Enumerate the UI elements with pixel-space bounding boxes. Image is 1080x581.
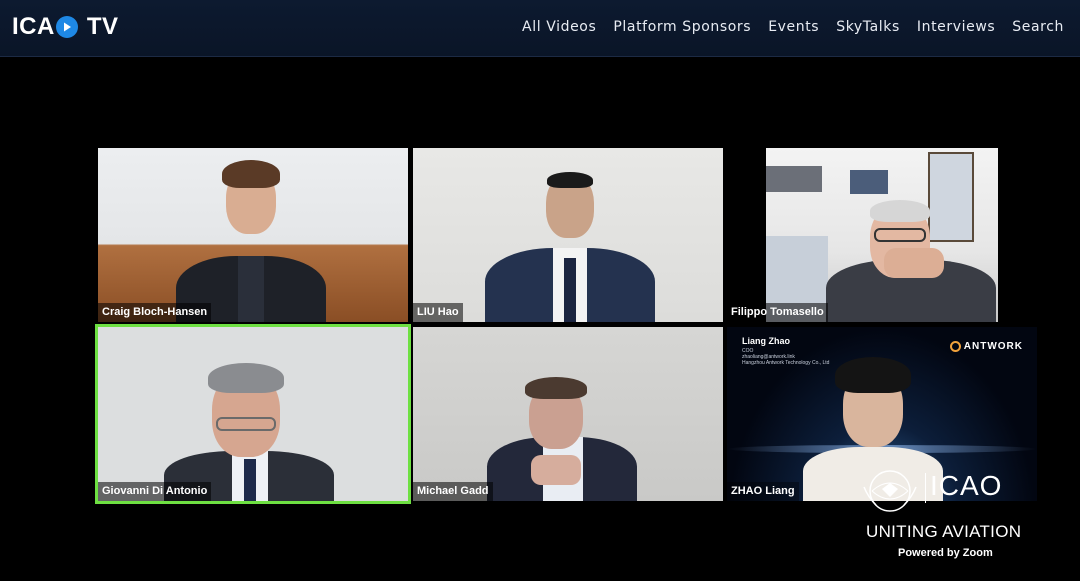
powered-by-zoom: Powered by Zoom xyxy=(898,547,993,559)
participant-name: Filippo Tomasello xyxy=(727,303,828,322)
main-nav: All Videos Platform Sponsors Events SkyT… xyxy=(522,19,1064,35)
icao-tv-logo[interactable]: ICA TV xyxy=(12,13,119,41)
icao-emblem-icon xyxy=(863,470,917,512)
participant-tie xyxy=(244,459,256,501)
nav-skytalks[interactable]: SkyTalks xyxy=(836,19,900,35)
logo-text-icao: ICA xyxy=(12,13,55,40)
participant-name: LIU Hao xyxy=(413,303,463,322)
antwork-wordmark: ANTWORK xyxy=(963,341,1023,352)
glasses xyxy=(874,228,926,242)
participant-hands xyxy=(531,455,581,485)
participant-hand xyxy=(884,248,944,278)
participant-name: ZHAO Liang xyxy=(727,482,799,501)
window-frame xyxy=(928,152,974,242)
antwork-icon xyxy=(949,341,961,352)
nav-all-videos[interactable]: All Videos xyxy=(522,19,596,35)
participant-tile-liu-hao: LIU Hao xyxy=(413,148,723,322)
participant-hair xyxy=(208,363,284,393)
play-icon xyxy=(55,16,78,38)
participant-tile-filippo-tomasello: Filippo Tomasello xyxy=(727,148,1037,322)
participant-hair xyxy=(547,172,593,188)
participant-video xyxy=(766,148,998,322)
participant-hair xyxy=(525,377,587,399)
participant-hair xyxy=(222,160,280,188)
tagline-uniting-aviation: UNITING AVIATION xyxy=(866,522,1022,541)
icao-wordmark: ICAO xyxy=(930,470,1003,501)
participant-hair xyxy=(870,200,930,222)
nav-search[interactable]: Search xyxy=(1012,19,1064,35)
slide-speaker-details: COO zhaoliang@antwork.link Hangzhou Antw… xyxy=(742,348,830,366)
participant-name: Michael Gadd xyxy=(413,482,493,501)
nav-interviews[interactable]: Interviews xyxy=(917,19,995,35)
participant-hair xyxy=(835,357,911,393)
wall-picture xyxy=(850,170,888,194)
glasses xyxy=(216,417,276,431)
wall-photos xyxy=(766,166,822,192)
participant-name: Craig Bloch-Hansen xyxy=(98,303,212,322)
nav-platform-sponsors[interactable]: Platform Sponsors xyxy=(613,19,751,35)
top-navigation-bar: ICA TV All Videos Platform Sponsors Even… xyxy=(0,0,1080,57)
participant-tile-craig-bloch-hansen: Craig Bloch-Hansen xyxy=(98,148,408,322)
participant-tile-giovanni-di-antonio: Giovanni Di Antonio xyxy=(95,324,411,504)
icao-divider xyxy=(925,473,926,503)
participant-name: Giovanni Di Antonio xyxy=(98,482,212,501)
nav-events[interactable]: Events xyxy=(768,19,819,35)
participant-tile-michael-gadd: Michael Gadd xyxy=(413,327,723,501)
antwork-logo: ANTWORK xyxy=(949,341,1023,352)
video-player[interactable]: Craig Bloch-Hansen LIU Hao Filippo Tomas… xyxy=(0,57,1080,581)
slide-speaker-name: Liang Zhao xyxy=(742,336,790,346)
participant-shirt xyxy=(238,256,264,322)
logo-text-tv: TV xyxy=(86,13,119,40)
participant-tie xyxy=(564,258,576,322)
